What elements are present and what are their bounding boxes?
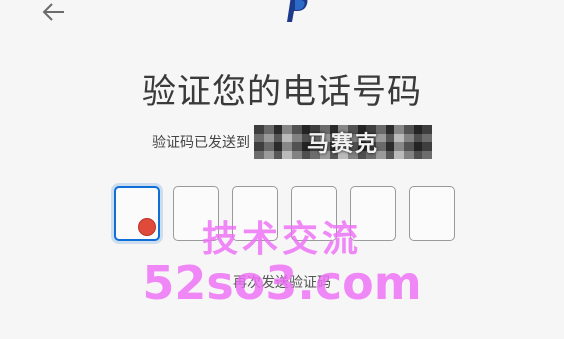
otp-digit-3[interactable] (232, 186, 278, 241)
page-title: 验证您的电话号码 (142, 72, 422, 112)
masked-phone-number: 马赛克 (254, 125, 432, 159)
sent-to-label: 验证码已发送到 (152, 135, 250, 151)
otp-digit-2[interactable] (173, 186, 219, 241)
paypal-logo-icon (286, 0, 310, 24)
mosaic-overlay-label: 马赛克 (306, 132, 379, 157)
otp-digit-5[interactable] (350, 186, 396, 241)
back-arrow-icon[interactable] (40, 0, 68, 24)
otp-input-row (114, 186, 455, 241)
resend-code-link[interactable]: 再次发送验证码 (0, 272, 564, 292)
otp-digit-1[interactable] (114, 186, 160, 241)
sent-to-line: 验证码已发送到 马赛克 (152, 125, 432, 159)
otp-digit-4[interactable] (291, 186, 337, 241)
touch-indicator (138, 218, 156, 236)
otp-digit-6[interactable] (409, 186, 455, 241)
